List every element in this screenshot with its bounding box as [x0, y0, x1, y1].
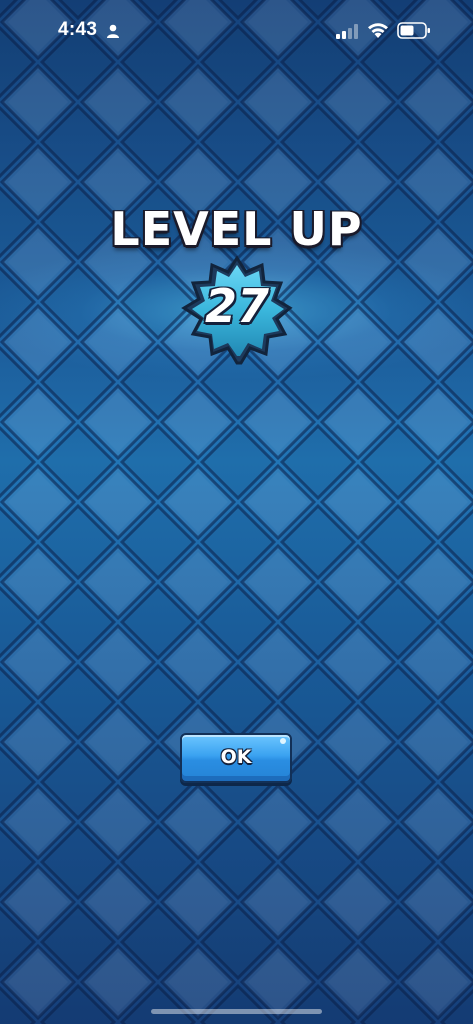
person-icon [107, 24, 119, 38]
battery-icon [397, 22, 430, 39]
status-time: 4:43 [58, 19, 98, 40]
ok-button[interactable]: OK [180, 733, 292, 783]
home-indicator[interactable] [151, 1009, 322, 1014]
level-number: 27 [204, 279, 269, 333]
cellular-signal-icon [336, 24, 358, 39]
wifi-icon [368, 23, 388, 38]
status-bar: 4:43 [0, 0, 473, 64]
diamond-tile-pattern [0, 0, 473, 1024]
ok-button-label: OK [220, 746, 252, 768]
level-up-title: LEVEL UP [110, 202, 363, 256]
button-shine [280, 738, 286, 744]
